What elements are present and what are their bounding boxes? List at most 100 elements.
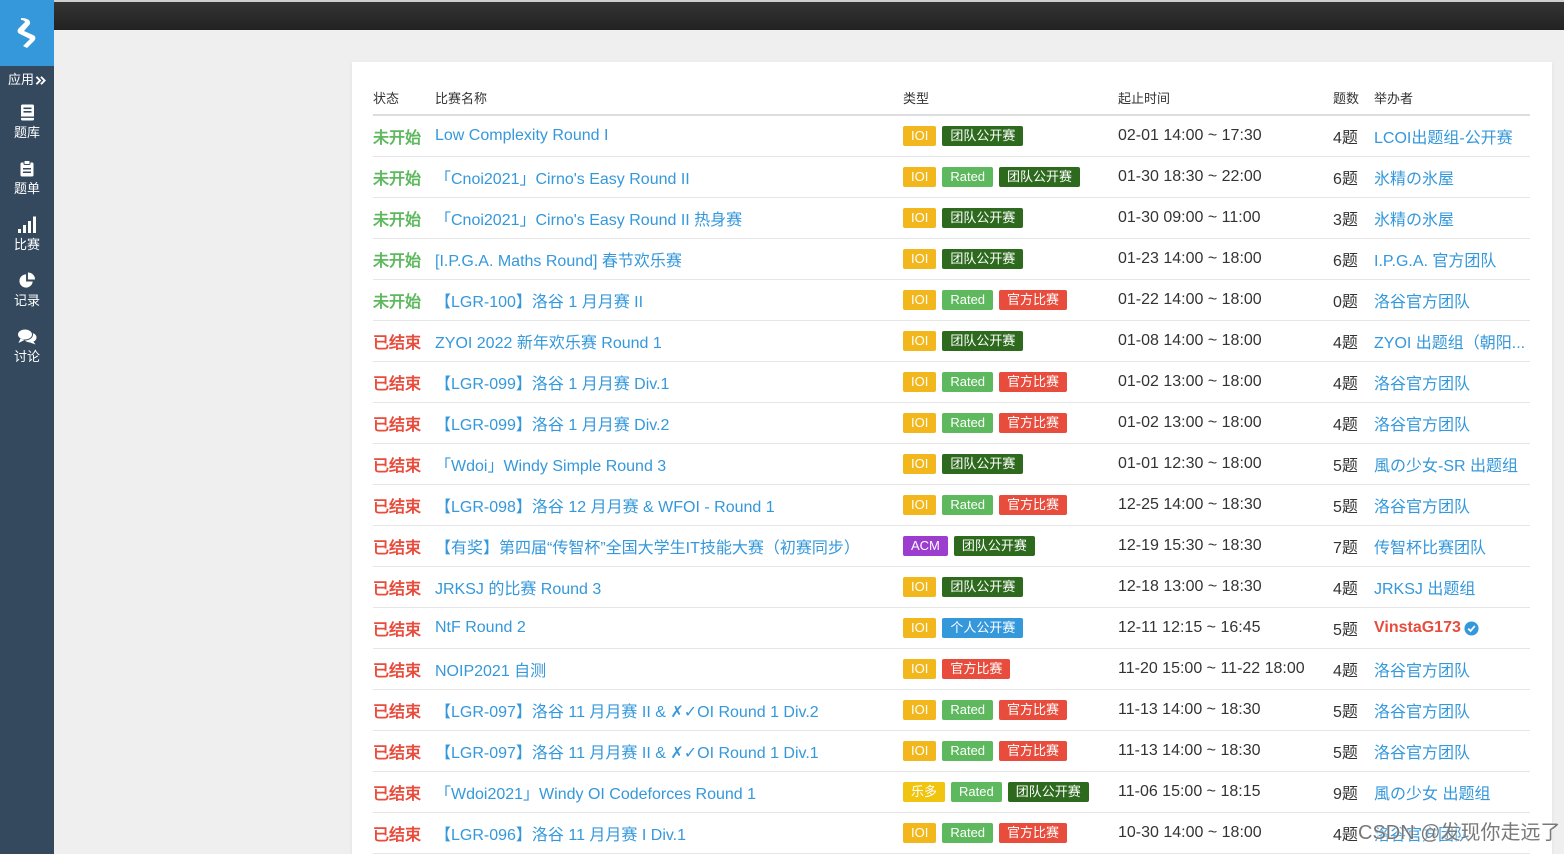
contest-name-link[interactable]: JRKSJ 的比赛 Round 3	[435, 575, 601, 599]
sidebar-item-label: 题库	[13, 125, 40, 140]
contest-status: 未开始	[373, 130, 422, 147]
contest-host-link[interactable]: ZYOI 出题组（朝阳...	[1374, 329, 1525, 353]
contest-name-link[interactable]: 「Cnoi2021」Cirno's Easy Round II 热身赛	[435, 206, 742, 230]
contest-host-link[interactable]: 洛谷官方团队	[1374, 370, 1470, 394]
sidebar-item-problem-lists[interactable]: 题单	[0, 156, 54, 212]
host-cell: 風の少女 出题组	[1374, 772, 1530, 812]
contest-time: 01-01 12:30 ~ 18:00	[1118, 455, 1262, 472]
problem-count: 0题	[1333, 294, 1358, 311]
contest-name-link[interactable]: Low Complexity Round I	[435, 127, 608, 145]
problem-count: 4题	[1333, 335, 1358, 352]
contest-name-link[interactable]: 「Wdoi」Windy Simple Round 3	[435, 452, 666, 476]
contest-status: 已结束	[373, 663, 422, 680]
contest-host-link[interactable]: 洛谷官方团队	[1374, 493, 1470, 517]
contest-time: 12-25 14:00 ~ 18:30	[1118, 496, 1262, 513]
contest-host-link[interactable]: 洛谷官方团队	[1374, 411, 1470, 435]
type-cell: IOI Rated 官方比赛	[903, 280, 1118, 320]
contest-status: 已结束	[373, 540, 422, 557]
contest-type-tag: 团队公开赛	[942, 249, 1024, 269]
status-cell: 已结束	[373, 321, 435, 361]
time-cell: 02-01 14:00 ~ 17:30	[1118, 116, 1333, 156]
contest-host-link[interactable]: 洛谷官方团队	[1374, 821, 1470, 845]
sidebar-item-records[interactable]: 记录	[0, 268, 54, 324]
contest-type-tag: Rated	[942, 290, 994, 310]
column-header-host: 举办者	[1374, 90, 1414, 106]
status-cell: 未开始	[373, 198, 435, 238]
contest-row: 已结束 【LGR-099】洛谷 1 月月赛 Div.1 IOI Rated 官方比赛 01…	[373, 362, 1530, 403]
count-cell: 6题	[1333, 239, 1374, 279]
contest-host-link[interactable]: 風の少女 出题组	[1374, 780, 1490, 804]
contest-host-link[interactable]: 洛谷官方团队	[1374, 657, 1470, 681]
pie-chart-icon	[18, 272, 36, 289]
contest-type-tag: 团队公开赛	[942, 208, 1024, 228]
contest-status: 已结束	[373, 458, 422, 475]
contest-name-link[interactable]: 「Cnoi2021」Cirno's Easy Round II	[435, 165, 690, 189]
contest-host-link[interactable]: JRKSJ 出题组	[1374, 575, 1475, 599]
contest-host-link[interactable]: 氷精の氷屋	[1374, 165, 1454, 189]
contest-host-link[interactable]: 洛谷官方团队	[1374, 288, 1470, 312]
sidebar-item-label: 题单	[13, 181, 40, 196]
contest-type-tag: 官方比赛	[999, 495, 1068, 515]
contest-type-tag: 官方比赛	[999, 290, 1068, 310]
time-cell: 01-30 18:30 ~ 22:00	[1118, 157, 1333, 197]
contest-host-link[interactable]: 洛谷官方团队	[1374, 698, 1470, 722]
contest-type-tag: IOI	[903, 700, 937, 720]
host-cell: 風の少女-SR 出题组	[1374, 444, 1530, 484]
problem-count: 5题	[1333, 499, 1358, 516]
contest-type-tag: ACM	[903, 536, 948, 556]
contest-name-link[interactable]: NtF Round 2	[435, 619, 526, 637]
apps-menu-toggle[interactable]: 应用	[0, 71, 54, 89]
count-cell: 7题	[1333, 526, 1374, 566]
contest-host-link[interactable]: 風の少女-SR 出题组	[1374, 452, 1518, 476]
contest-type-tag: 团队公开赛	[942, 454, 1024, 474]
contest-name-link[interactable]: 【LGR-096】洛谷 11 月月赛 I Div.1	[435, 821, 686, 845]
contest-host-link[interactable]: LCOI出题组-公开赛	[1374, 124, 1513, 148]
status-cell: 已结束	[373, 567, 435, 607]
contest-type-tag: Rated	[942, 741, 994, 761]
count-cell: 4题	[1333, 362, 1374, 402]
host-cell: 洛谷官方团队	[1374, 280, 1530, 320]
contest-host-link[interactable]: 洛谷官方团队	[1374, 739, 1470, 763]
contest-name-link[interactable]: 【LGR-099】洛谷 1 月月赛 Div.2	[435, 411, 669, 435]
contest-host-link[interactable]: 传智杯比赛团队	[1374, 534, 1486, 558]
contest-type-tag: IOI	[903, 290, 937, 310]
host-cell: 传智杯比赛团队	[1374, 526, 1530, 566]
contest-name-link[interactable]: 【LGR-100】洛谷 1 月月赛 II	[435, 288, 643, 312]
name-cell: 【有奖】第四届“传智杯”全国大学生IT技能大赛（初赛同步）	[435, 526, 903, 566]
contest-host-link[interactable]: I.P.G.A. 官方团队	[1374, 247, 1496, 271]
contest-host-link[interactable]: VinstaG173	[1374, 619, 1461, 637]
contest-type-tag: 乐多	[903, 782, 946, 802]
contest-type-tag: Rated	[942, 167, 994, 187]
contest-name-link[interactable]: NOIP2021 自测	[435, 657, 546, 681]
name-cell: 【LGR-100】洛谷 1 月月赛 II	[435, 280, 903, 320]
host-cell: I.P.G.A. 官方团队	[1374, 239, 1530, 279]
contest-name-link[interactable]: 【LGR-097】洛谷 11 月月赛 II & ✗✓OI Round 1 Div…	[435, 739, 819, 763]
time-cell: 11-13 14:00 ~ 18:30	[1118, 731, 1333, 771]
time-cell: 01-30 09:00 ~ 11:00	[1118, 198, 1333, 238]
problem-count: 5题	[1333, 622, 1358, 639]
contest-type-tag: 官方比赛	[999, 700, 1068, 720]
contest-name-link[interactable]: 【LGR-098】洛谷 12 月月赛 & WFOI - Round 1	[435, 493, 775, 517]
contest-name-link[interactable]: 【LGR-097】洛谷 11 月月赛 II & ✗✓OI Round 1 Div…	[435, 698, 819, 722]
contest-name-link[interactable]: 【LGR-099】洛谷 1 月月赛 Div.1	[435, 370, 669, 394]
problem-count: 4题	[1333, 130, 1358, 147]
top-bar	[54, 0, 1564, 30]
type-cell: IOI 团队公开赛	[903, 321, 1118, 361]
contest-host-link[interactable]: 氷精の氷屋	[1374, 206, 1454, 230]
contest-name-link[interactable]: ZYOI 2022 新年欢乐赛 Round 1	[435, 329, 662, 353]
host-cell: 洛谷官方团队	[1374, 485, 1530, 525]
status-cell: 已结束	[373, 690, 435, 730]
logo-icon[interactable]	[0, 0, 54, 66]
time-cell: 11-06 15:00 ~ 18:15	[1118, 772, 1333, 812]
status-cell: 未开始	[373, 239, 435, 279]
contest-name-link[interactable]: [I.P.G.A. Maths Round] 春节欢乐赛	[435, 247, 682, 271]
contest-name-link[interactable]: 「Wdoi2021」Windy OI Codeforces Round 1	[435, 780, 756, 804]
problem-count: 7题	[1333, 540, 1358, 557]
sidebar-item-problems[interactable]: 题库	[0, 100, 54, 156]
type-cell: IOI Rated 官方比赛	[903, 362, 1118, 402]
sidebar-item-contests[interactable]: 比赛	[0, 212, 54, 268]
contest-name-link[interactable]: 【有奖】第四届“传智杯”全国大学生IT技能大赛（初赛同步）	[435, 534, 860, 558]
contest-list-card: 状态 比赛名称 类型 起止时间 题数 举办者 未开始 Low Complexity…	[352, 62, 1552, 854]
book-icon	[20, 104, 35, 121]
sidebar-item-discuss[interactable]: 讨论	[0, 324, 54, 380]
